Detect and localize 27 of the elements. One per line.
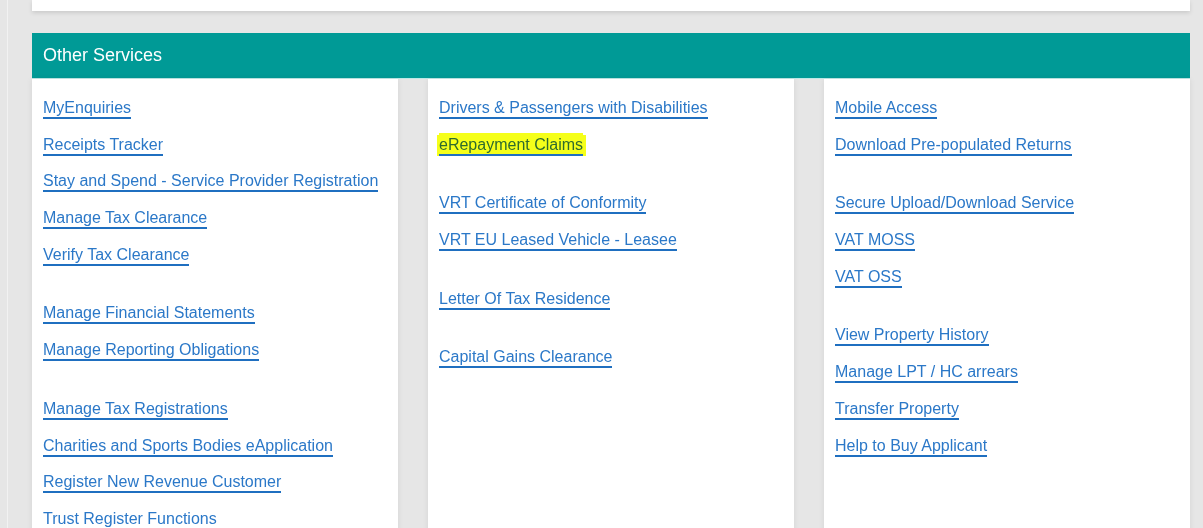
service-link[interactable]: Manage Financial Statements — [43, 303, 255, 325]
service-link[interactable]: Help to Buy Applicant — [835, 435, 988, 457]
service-link[interactable]: VRT Certificate of Conformity — [439, 193, 647, 215]
service-link[interactable]: Capital Gains Clearance — [439, 347, 613, 369]
service-link[interactable]: Letter Of Tax Residence — [439, 288, 611, 310]
service-link[interactable]: Manage LPT / HC arrears — [835, 362, 1018, 384]
service-link[interactable]: VAT OSS — [835, 266, 902, 288]
service-link[interactable]: Manage Tax Registrations — [43, 398, 228, 420]
service-link[interactable]: Verify Tax Clearance — [43, 244, 190, 266]
service-link[interactable]: Manage Reporting Obligations — [43, 340, 260, 362]
service-link[interactable]: Stay and Spend - Service Provider Registration — [43, 171, 379, 193]
service-link[interactable]: Drivers & Passengers with Disabilities — [439, 98, 708, 119]
service-link[interactable]: Mobile Access — [835, 98, 938, 119]
panel-header: Other Services — [32, 33, 1190, 79]
service-link[interactable]: MyEnquiries — [43, 98, 132, 119]
service-link[interactable]: Transfer Property — [835, 398, 959, 420]
service-link[interactable]: VAT MOSS — [835, 230, 915, 252]
service-link[interactable]: Trust Register Functions — [43, 508, 217, 528]
service-link[interactable]: Charities and Sports Bodies eApplication — [43, 435, 333, 457]
service-link[interactable]: eRepayment Claims — [439, 134, 584, 156]
service-link[interactable]: View Property History — [835, 325, 989, 347]
service-link[interactable]: Download Pre-populated Returns — [835, 134, 1072, 156]
service-link[interactable]: VRT EU Leased Vehicle - Leasee — [439, 230, 677, 252]
service-link[interactable]: Secure Upload/Download Service — [835, 193, 1075, 215]
service-link[interactable]: Manage Tax Clearance — [43, 208, 208, 230]
service-link[interactable]: Register New Revenue Customer — [43, 472, 282, 494]
service-link[interactable]: Receipts Tracker — [43, 134, 164, 156]
